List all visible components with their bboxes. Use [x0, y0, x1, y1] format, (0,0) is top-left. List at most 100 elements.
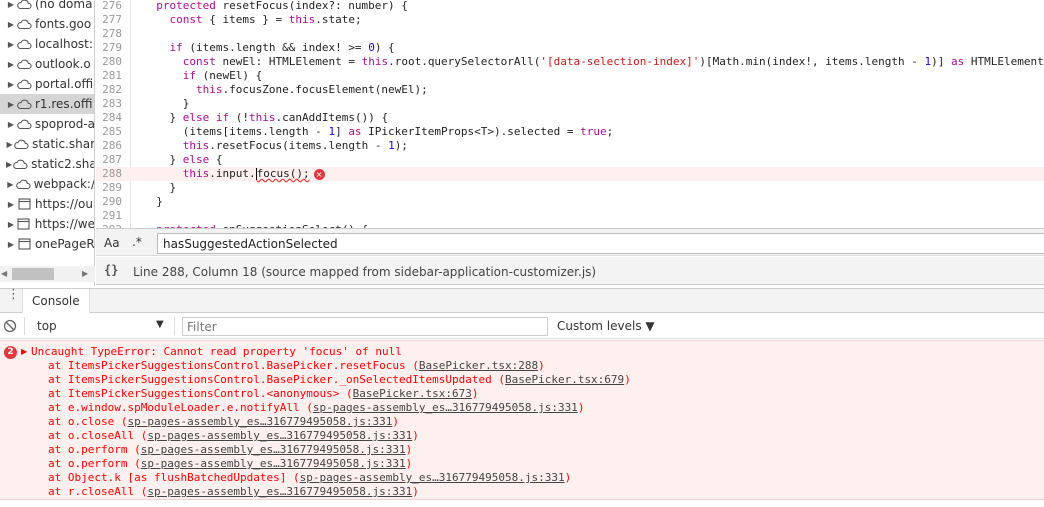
error-marker-icon[interactable]: ×: [313, 168, 325, 180]
code-line[interactable]: 282 this.focusZone.focusElement(newEl);: [96, 83, 1044, 97]
expand-arrow-icon[interactable]: ▶: [6, 60, 16, 69]
scroll-left-icon[interactable]: ◀: [1, 269, 7, 278]
line-number[interactable]: 279: [96, 41, 122, 55]
navigator-scrollbar[interactable]: ◀ ▶: [0, 266, 95, 282]
navigator-item[interactable]: ▶ webpack:/: [0, 174, 94, 194]
line-number[interactable]: 280: [96, 55, 122, 69]
line-number[interactable]: 290: [96, 195, 122, 209]
expand-arrow-icon[interactable]: ▶: [6, 0, 16, 9]
expand-arrow-icon[interactable]: ▶: [6, 20, 16, 29]
expand-arrow-icon[interactable]: ▶: [21, 347, 27, 356]
code-line[interactable]: 277 const { items } = this.state;: [96, 13, 1044, 27]
expand-arrow-icon[interactable]: ▶: [6, 100, 16, 109]
source-link[interactable]: sp-pages-assembly_es…316779495058.js:331: [147, 429, 412, 442]
navigator-item[interactable]: ▶ outlook.o: [0, 54, 94, 74]
source-link[interactable]: sp-pages-assembly_es…316779495058.js:331: [147, 485, 412, 498]
line-number[interactable]: 287: [96, 153, 122, 167]
stack-frame-text: ): [405, 457, 413, 470]
line-number[interactable]: 286: [96, 139, 122, 153]
code-line[interactable]: 287 } else {: [96, 153, 1044, 167]
code-text: const newEl: HTMLElement = this.root.que…: [143, 55, 1044, 69]
navigator-item[interactable]: ▶ localhost:: [0, 34, 94, 54]
code-line[interactable]: 276 protected resetFocus(index?: number)…: [96, 0, 1044, 13]
expand-arrow-icon[interactable]: ▶: [6, 40, 16, 49]
line-number[interactable]: 289: [96, 181, 122, 195]
line-number[interactable]: 277: [96, 13, 122, 27]
navigator-item[interactable]: ▶ https://we: [0, 214, 94, 234]
expand-arrow-icon[interactable]: ▶: [6, 140, 13, 149]
code-token: else: [182, 111, 210, 124]
match-case-button[interactable]: Aa: [104, 236, 120, 250]
source-link[interactable]: sp-pages-assembly_es…316779495058.js:331: [300, 471, 565, 484]
source-link[interactable]: BasePicker.tsx:679: [505, 373, 624, 386]
source-link[interactable]: sp-pages-assembly_es…316779495058.js:331: [127, 415, 392, 428]
line-number[interactable]: 284: [96, 111, 122, 125]
navigator-item[interactable]: ▶ https://ou: [0, 194, 94, 214]
expand-arrow-icon[interactable]: ▶: [6, 220, 16, 229]
pretty-print-icon[interactable]: {}: [104, 263, 118, 277]
code-line[interactable]: 286 this.resetFocus(items.length - 1);: [96, 139, 1044, 153]
code-line-error[interactable]: 288 this.input.focus(); ×: [96, 167, 1044, 181]
navigator-item[interactable]: ▶ fonts.goo: [0, 14, 94, 34]
code-token: .resetFocus(items.length -: [209, 139, 389, 152]
navigator-item[interactable]: ▶ spoprod-a: [0, 114, 94, 134]
source-link[interactable]: sp-pages-assembly_es…316779495058.js:331: [141, 457, 406, 470]
log-levels-dropdown[interactable]: Custom levels ▼: [557, 319, 655, 333]
line-number[interactable]: 278: [96, 27, 122, 41]
console-prompt-area[interactable]: [0, 501, 1044, 507]
toolbar-separator: [24, 317, 25, 335]
cloud-icon: [16, 117, 32, 131]
line-number[interactable]: 283: [96, 97, 122, 111]
navigator-item[interactable]: ▶ r1.res.offi: [0, 94, 94, 114]
scroll-right-icon[interactable]: ▶: [82, 269, 88, 278]
navigator-item[interactable]: ▶ onePageR: [0, 234, 94, 254]
stack-frame-text: ): [471, 387, 479, 400]
navigator-item[interactable]: ▶ (no doma: [0, 0, 94, 14]
drawer-menu-icon[interactable]: ⋮: [7, 288, 20, 301]
scrollbar-thumb[interactable]: [12, 268, 54, 280]
tab-console[interactable]: Console: [22, 289, 90, 313]
line-number[interactable]: 281: [96, 69, 122, 83]
stack-trace-line: at r.closeAll (sp-pages-assembly_es…3167…: [48, 485, 419, 499]
line-number[interactable]: 282: [96, 83, 122, 97]
source-link[interactable]: sp-pages-assembly_es…316779495058.js:331: [141, 443, 406, 456]
navigator-item-label: localhost:: [35, 37, 93, 51]
expand-arrow-icon[interactable]: ▶: [6, 200, 16, 209]
clear-console-icon[interactable]: [3, 319, 17, 333]
filter-input[interactable]: [182, 317, 548, 336]
source-link[interactable]: BasePicker.tsx:673: [353, 387, 472, 400]
code-token: if: [182, 69, 196, 82]
source-link[interactable]: sp-pages-assembly_es…316779495058.js:331: [313, 401, 578, 414]
line-number[interactable]: 288: [96, 167, 122, 181]
line-number[interactable]: 285: [96, 125, 122, 139]
code-line[interactable]: 278: [96, 27, 1044, 41]
navigator-item[interactable]: ▶ portal.offi: [0, 74, 94, 94]
code-line[interactable]: 291: [96, 209, 1044, 223]
navigator-item[interactable]: ▶ static2.sha: [0, 154, 94, 174]
code-line[interactable]: 284 } else if (!this.canAddItems()) {: [96, 111, 1044, 125]
expand-arrow-icon[interactable]: ▶: [6, 180, 15, 189]
code-editor[interactable]: 276 protected resetFocus(index?: number)…: [96, 0, 1044, 228]
code-token: this: [288, 13, 316, 26]
code-line[interactable]: 280 const newEl: HTMLElement = this.root…: [96, 55, 1044, 69]
navigator-item[interactable]: ▶ static.shar: [0, 134, 94, 154]
search-input[interactable]: [157, 233, 1044, 254]
stack-frame-text: ): [538, 359, 545, 372]
code-line[interactable]: 285 (items[items.length - 1] as IPickerI…: [96, 125, 1044, 139]
regex-button[interactable]: .*: [132, 235, 142, 249]
expand-arrow-icon[interactable]: ▶: [6, 80, 16, 89]
expand-arrow-icon[interactable]: ▶: [6, 120, 16, 129]
chevron-down-icon[interactable]: ▼: [156, 319, 164, 330]
code-line[interactable]: 283 }: [96, 97, 1044, 111]
code-line[interactable]: 281 if (newEl) {: [96, 69, 1044, 83]
code-line[interactable]: 279 if (items.length && index! >= 0) {: [96, 41, 1044, 55]
context-selector[interactable]: top: [37, 319, 57, 333]
code-line[interactable]: 290 }: [96, 195, 1044, 209]
line-number[interactable]: 291: [96, 209, 122, 223]
line-number[interactable]: 276: [96, 0, 122, 13]
expand-arrow-icon[interactable]: ▶: [6, 240, 16, 249]
code-line[interactable]: 289 }: [96, 181, 1044, 195]
code-token: '[data-selection-index]': [540, 55, 700, 68]
source-link[interactable]: BasePicker.tsx:288: [419, 359, 538, 372]
